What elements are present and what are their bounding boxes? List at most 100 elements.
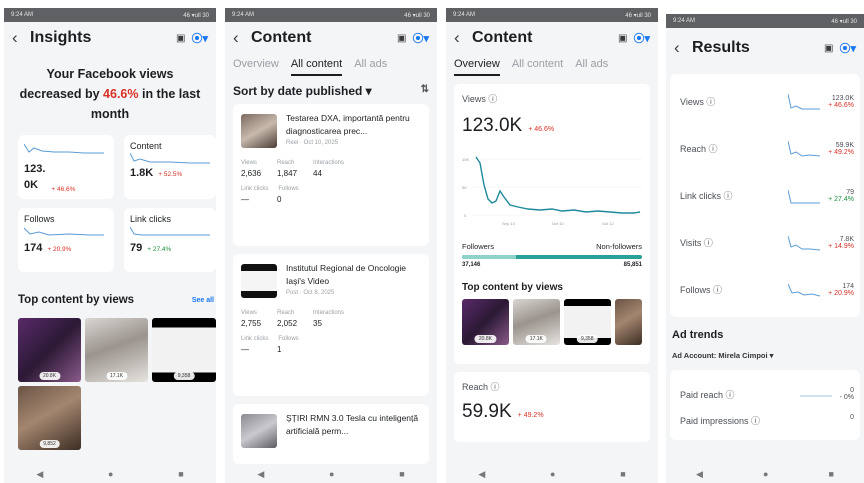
post-sub-values: — 0: [241, 195, 421, 204]
post-meta: Post · Oct 8, 2025: [286, 290, 335, 296]
meta-profile-icon[interactable]: ⦿▾: [191, 30, 208, 46]
bookmark-icon[interactable]: ▣: [176, 33, 185, 44]
system-nav-bar: ◀ ● ■: [666, 465, 864, 483]
results-row[interactable]: Visits ⓘ 7.8K + 14.9%: [670, 219, 860, 266]
tab-all-content[interactable]: All content: [290, 58, 343, 76]
followers-bar-fill: [462, 255, 517, 259]
nav-back-icon[interactable]: ◀: [696, 469, 703, 480]
tile-follows[interactable]: Follows 174 + 20.9%: [18, 208, 114, 272]
status-bar: 9:24 AM 46 ▾ull 30: [225, 8, 437, 22]
thumb-view-count: 9,358: [173, 372, 195, 380]
content-thumbnail[interactable]: 9,358: [563, 299, 611, 345]
post-sub-labels: Link clicks Follows: [241, 336, 421, 342]
views-line-chart: 10K 5K 0 Sep 13 Oct 10 Oct 12: [462, 156, 642, 226]
ad-account-dropdown[interactable]: Ad Account: Mirela Cimpoi ▾: [672, 351, 858, 360]
result-value: 59.9K: [835, 141, 854, 149]
result-sparkline: [788, 283, 821, 296]
nav-back-icon[interactable]: ◀: [36, 469, 43, 480]
back-icon[interactable]: ‹: [12, 28, 30, 48]
top-content-label: Top content by views: [18, 294, 135, 306]
nav-back-icon[interactable]: ◀: [478, 469, 485, 480]
top-content-strip: 20.8K 17.1K 9,358: [462, 299, 643, 345]
meta-profile-icon[interactable]: ⦿▾: [633, 30, 650, 46]
link-clicks-change: + 27.4%: [147, 246, 172, 253]
tile-link-clicks[interactable]: Link clicks 79 + 27.4%: [124, 208, 216, 272]
top-bar: ‹ Content ▣ ⦿▾: [446, 22, 658, 54]
paid-row[interactable]: Paid impressions ⓘ 0: [670, 414, 860, 436]
views-value-line2: 0K: [24, 179, 39, 191]
stat-value: 0: [277, 195, 282, 204]
followers-split-bar: [462, 255, 642, 259]
phone-content-list: 9:24 AM 46 ▾ull 30 ‹ Content ▣ ⦿▾ Overvi…: [225, 8, 437, 483]
paid-label: Paid impressions ⓘ: [680, 416, 761, 426]
back-icon[interactable]: ‹: [674, 38, 692, 58]
results-row[interactable]: Link clicks ⓘ 79 + 27.4%: [670, 172, 860, 219]
system-nav-bar: ◀ ● ■: [446, 465, 658, 483]
page-title: Content: [251, 29, 312, 46]
result-label: Follows ⓘ: [680, 285, 723, 295]
views-value-line1: 123.: [24, 163, 46, 175]
post-card[interactable]: ȘȚIRI RMN 3.0 Tesla cu inteligență artif…: [233, 404, 429, 464]
content-thumbnail[interactable]: 9,852: [18, 386, 81, 450]
meta-profile-icon[interactable]: ⦿▾: [412, 30, 429, 46]
nav-recents-icon[interactable]: ■: [829, 469, 834, 479]
nav-recents-icon[interactable]: ■: [620, 469, 625, 479]
y-tick: 5K: [462, 185, 467, 190]
nav-home-icon[interactable]: ●: [108, 469, 113, 479]
results-row[interactable]: Views ⓘ 123.0K + 46.6%: [670, 78, 860, 125]
post-title: Institutul Regional de Oncologie Iași's …: [286, 263, 407, 286]
result-label: Visits ⓘ: [680, 238, 713, 248]
reach-label: Reach ⓘ: [462, 382, 500, 392]
content-thumbnail[interactable]: 17.1K: [512, 299, 560, 345]
tab-overview[interactable]: Overview: [233, 58, 279, 74]
result-label: Views ⓘ: [680, 97, 716, 107]
ad-trends-label: Ad trends: [672, 329, 724, 341]
content-label: Content: [130, 141, 162, 151]
nav-recents-icon[interactable]: ■: [399, 469, 404, 479]
stat-label: Link clicks: [241, 186, 269, 192]
content-thumbnail[interactable]: 9,358: [152, 318, 216, 382]
post-card[interactable]: Institutul Regional de Oncologie Iași's …: [233, 254, 429, 396]
status-icons: 46 ▾ull 30: [625, 12, 651, 19]
results-row[interactable]: Follows ⓘ 174 + 20.9%: [670, 266, 860, 313]
content-thumbnail[interactable]: [614, 299, 643, 345]
post-title: ȘȚIRI RMN 3.0 Tesla cu inteligență artif…: [286, 413, 419, 436]
tab-all-ads[interactable]: All ads: [575, 58, 608, 74]
nav-home-icon[interactable]: ●: [550, 469, 555, 479]
thumb-view-count: 9,358: [576, 335, 598, 343]
stat-label: Views: [241, 160, 257, 166]
bookmark-icon[interactable]: ▣: [397, 33, 406, 44]
result-change: + 27.4%: [828, 195, 854, 203]
bookmark-icon[interactable]: ▣: [618, 33, 627, 44]
sort-order-icon[interactable]: ⇅: [421, 84, 429, 98]
bookmark-icon[interactable]: ▣: [824, 43, 833, 54]
sort-dropdown[interactable]: Sort by date published ▾: [233, 84, 372, 98]
paid-row[interactable]: Paid reach ⓘ 0 - 0%: [670, 374, 860, 414]
see-all-link[interactable]: See all: [192, 297, 214, 304]
meta-profile-icon[interactable]: ⦿▾: [839, 40, 856, 56]
stat-value: 2,052: [277, 319, 298, 328]
tab-overview[interactable]: Overview: [454, 58, 500, 76]
post-stat-values: 2,636 1,847 44: [241, 169, 421, 178]
post-card[interactable]: Testarea DXA, importantă pentru diagnost…: [233, 104, 429, 246]
tile-content[interactable]: Content 1.8K + 52.5%: [124, 135, 216, 199]
tile-views[interactable]: 123. 0K + 46.6%: [18, 135, 114, 199]
nav-home-icon[interactable]: ●: [329, 469, 334, 479]
content-thumbnail[interactable]: 17.1K: [85, 318, 148, 382]
nav-recents-icon[interactable]: ■: [178, 469, 183, 479]
tab-all-ads[interactable]: All ads: [354, 58, 387, 74]
back-icon[interactable]: ‹: [233, 28, 251, 48]
back-icon[interactable]: ‹: [454, 28, 472, 48]
content-thumbnail[interactable]: 20.8K: [462, 299, 509, 345]
thumb-view-count: 20.8K: [474, 335, 496, 343]
tab-all-content[interactable]: All content: [512, 58, 563, 74]
follows-sparkline: [24, 227, 104, 236]
content-thumbnail[interactable]: 20.8K: [18, 318, 81, 382]
stat-label: Interactions: [313, 310, 345, 316]
nav-home-icon[interactable]: ●: [763, 469, 768, 479]
reach-change: + 49.2%: [517, 412, 544, 419]
stat-label: Reach: [277, 310, 295, 316]
results-row[interactable]: Reach ⓘ 59.9K + 49.2%: [670, 125, 860, 172]
paid-value: 0: [850, 414, 854, 421]
nav-back-icon[interactable]: ◀: [257, 469, 264, 480]
